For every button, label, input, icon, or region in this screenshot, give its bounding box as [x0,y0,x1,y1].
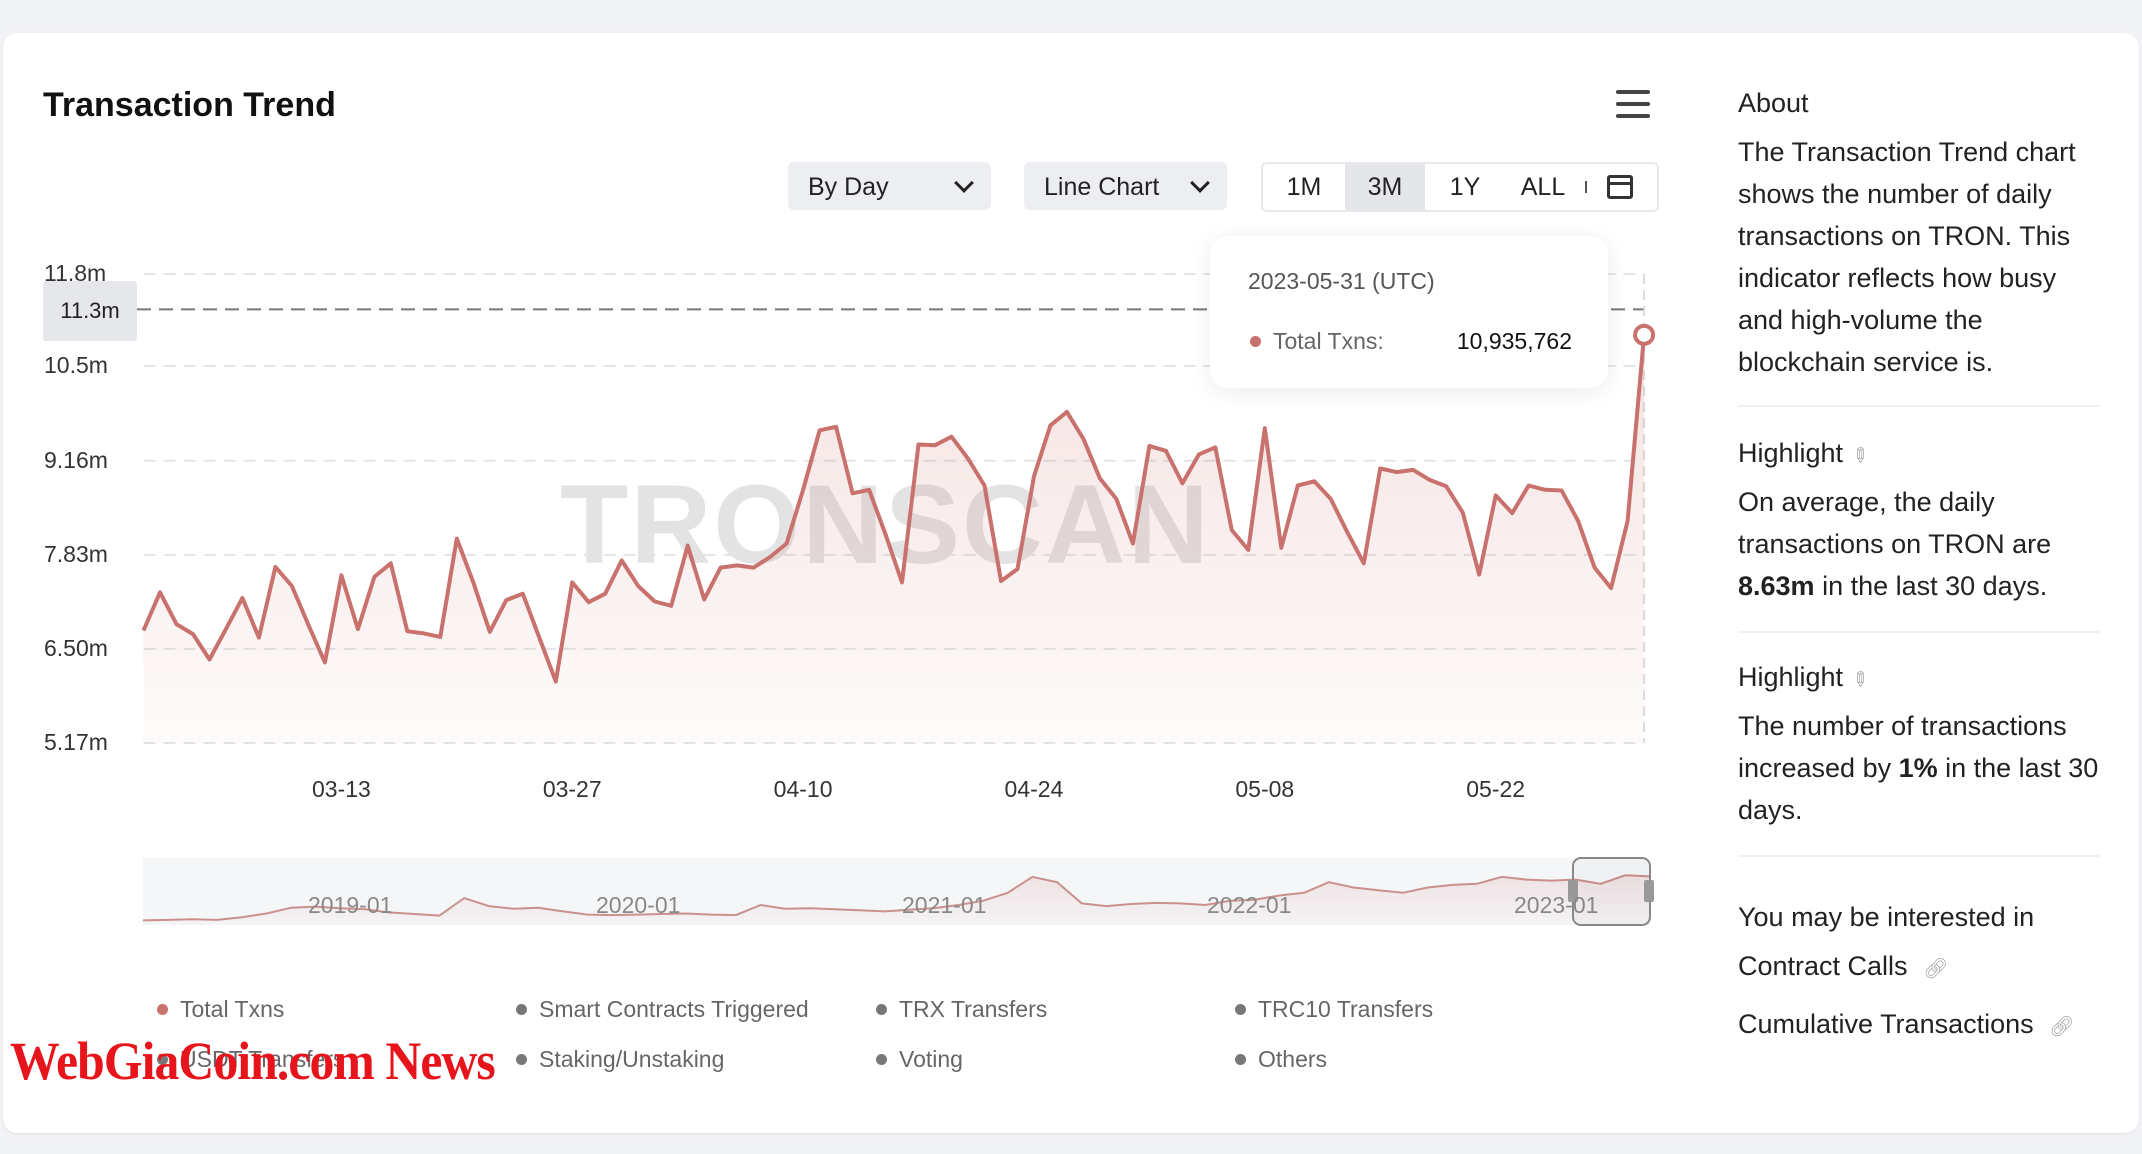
average-value: 8.63m [1738,571,1815,601]
pin-icon: ✎ [1845,442,1874,470]
link-cumulative-transactions[interactable]: Cumulative Transactions 🔗︎ [1738,1003,2108,1048]
legend-label: Voting [899,1046,963,1072]
legend-dot-icon [1235,1054,1246,1065]
growth-value: 1% [1898,753,1938,783]
x-tick-label: 03-27 [542,776,602,802]
line-chart [137,273,1656,926]
y-tick-label: 6.50m [44,634,108,661]
legend-item[interactable]: Total Txns [157,996,284,1023]
crosshair-value-label: 11.3m [43,281,137,341]
tooltip: 2023-05-31 (UTC) Total Txns: 10,935,762 [1210,236,1608,388]
legend-item[interactable]: Smart Contracts Triggered [516,996,809,1023]
about-label: About [1738,88,1809,118]
navigator-tick-label: 2023-01 [1514,892,1599,918]
link-contract-calls[interactable]: Contract Calls 🔗︎ [1738,945,2108,990]
x-tick-label: 04-10 [773,776,833,802]
series-dot [1250,336,1261,347]
legend-dot-icon [876,1004,887,1015]
series-area [143,334,1645,743]
divider [1738,855,2100,857]
navigator-handle[interactable] [1644,880,1654,902]
related-label: You may be interested in [1738,902,2035,932]
legend-item[interactable]: Staking/Unstaking [516,1046,724,1073]
divider [1738,631,2100,633]
highlight-label: Highlight ✎ [1738,656,2108,701]
legend-dot-icon [516,1054,527,1065]
x-tick-label: 03-13 [311,776,371,802]
link-icon: 🔗︎ [2049,1016,2075,1038]
tooltip-date: 2023-05-31 (UTC) [1248,268,1435,294]
pin-icon: ✎ [1845,666,1874,694]
y-tick-label: 9.16m [44,446,108,473]
legend-label: Staking/Unstaking [539,1046,725,1072]
highlighted-point [1633,323,1656,346]
legend-dot-icon [516,1004,527,1015]
navigator-tick-label: 2019-01 [308,892,393,918]
tooltip-value: 10,935,762 [1456,328,1572,354]
y-tick-label: 7.83m [44,540,108,567]
legend-dot-icon [876,1054,887,1065]
legend-dot-icon [1235,1004,1246,1015]
highlight-label: Highlight ✎ [1738,432,2108,477]
legend-item[interactable]: Voting [876,1046,963,1073]
highlight-average-text: On average, the daily transactions on TR… [1738,487,2052,601]
legend-label: TRX Transfers [899,996,1048,1022]
link-icon: 🔗︎ [1923,958,1949,980]
divider [1738,405,2100,407]
legend-item[interactable]: TRC10 Transfers [1235,996,1433,1023]
navigator-tick-label: 2020-01 [596,892,681,918]
overlay-watermark: WebGiaCoin.com News [10,1031,496,1091]
legend-item[interactable]: TRX Transfers [876,996,1047,1023]
legend-label: Total Txns [180,996,285,1022]
x-tick-label: 04-24 [1004,776,1064,802]
x-tick-label: 05-08 [1235,776,1295,802]
legend-label: Others [1258,1046,1328,1072]
legend-dot-icon [157,1004,168,1015]
legend-label: Smart Contracts Triggered [539,996,809,1022]
y-tick-label: 10.5m [44,351,108,378]
legend-item[interactable]: Others [1235,1046,1327,1073]
y-tick-label: 5.17m [44,729,108,755]
legend-label: TRC10 Transfers [1258,996,1434,1022]
highlight-growth-text: The number of transactions increased by … [1738,711,2099,825]
about-text: The Transaction Trend chart shows the nu… [1738,137,2076,377]
tooltip-label: Total Txns: [1273,328,1384,354]
navigator-tick-label: 2022-01 [1207,892,1292,918]
navigator-tick-label: 2021-01 [902,892,987,918]
x-tick-label: 05-22 [1466,776,1526,802]
